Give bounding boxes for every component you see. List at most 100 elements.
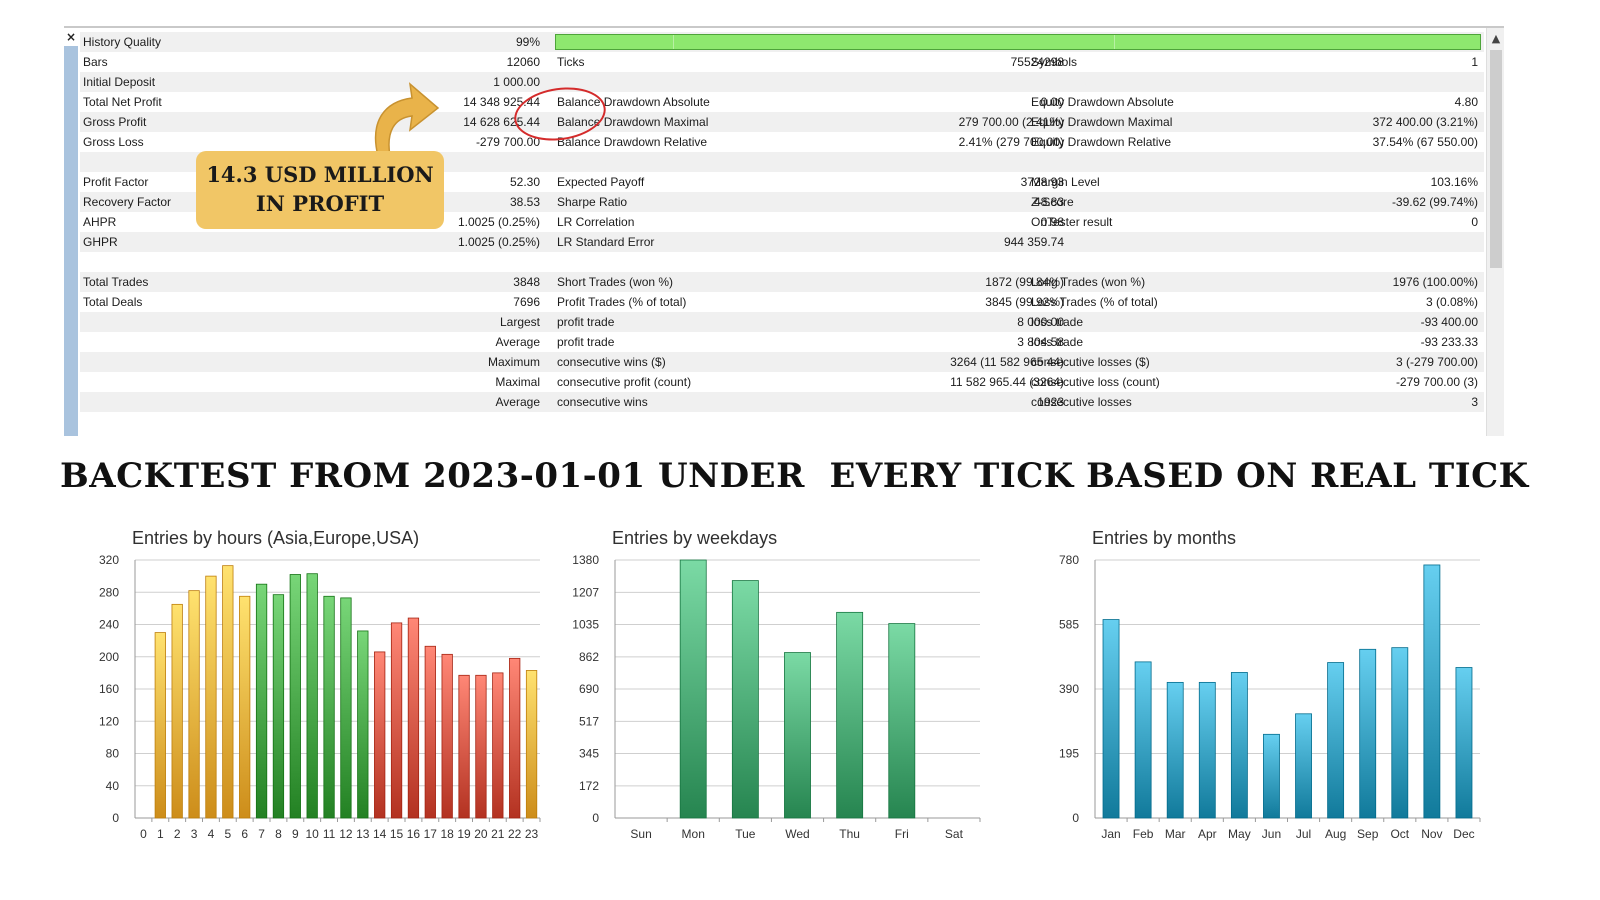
x-tick-label: Aug [1325, 827, 1346, 841]
y-tick-label: 120 [99, 714, 119, 728]
row-sub-label: Maximal [495, 375, 540, 389]
bar [272, 594, 285, 819]
bar [1455, 667, 1473, 819]
bar [255, 583, 268, 819]
bar [306, 573, 318, 819]
x-tick-label: Wed [785, 827, 809, 841]
bar [509, 657, 521, 819]
x-tick-label: 1 [157, 827, 164, 841]
metric-value: 4.80 [1454, 95, 1478, 109]
y-tick-label: 862 [579, 650, 599, 664]
x-tick-label: Jan [1101, 827, 1120, 841]
metric-label: loss trade [1031, 335, 1084, 349]
metric-label: Gross Profit [83, 115, 147, 129]
chart-title: Entries by weekdays [612, 528, 777, 548]
metric-label: GHPR [83, 235, 118, 249]
x-tick-label: Mon [682, 827, 705, 841]
metric-value: 1.0025 (0.25%) [457, 235, 540, 249]
metric-label: profit trade [557, 335, 615, 349]
bar [289, 574, 301, 819]
bar [222, 565, 234, 819]
metric-label: consecutive losses ($) [1031, 355, 1150, 369]
backtest-heading: BACKTEST FROM 2023-01-01 UNDER EVERY TIC… [60, 456, 1529, 496]
metric-value: 372 400.00 (3.21%) [1372, 115, 1478, 129]
metric-label: Loss Trades (% of total) [1031, 295, 1158, 309]
x-tick-label: 22 [508, 827, 522, 841]
bar [340, 597, 352, 819]
metric-label: Z-Score [1031, 195, 1074, 209]
report-row: GHPR 1.0025 (0.25%) LR Standard Error 944 3… [80, 232, 1484, 252]
bar [784, 652, 811, 819]
report-row: Initial Deposit 1 000.00 [80, 72, 1484, 92]
x-tick-label: 3 [191, 827, 198, 841]
report-row: Total Net Profit 14 348 925.44 Balance Dra… [80, 92, 1484, 112]
metric-value: -93 233.33 [1420, 335, 1478, 349]
y-tick-label: 780 [1059, 553, 1079, 567]
metric-value: -93 400.00 [1420, 315, 1478, 329]
x-tick-label: 18 [441, 827, 455, 841]
y-tick-label: 80 [106, 747, 120, 761]
metric-label: Symbols [1031, 55, 1078, 69]
metric-value: 52.30 [509, 175, 540, 189]
metric-label: Equity Drawdown Relative [1031, 135, 1172, 149]
x-tick-label: 10 [306, 827, 320, 841]
vertical-scrollbar[interactable]: ▲ [1486, 28, 1504, 436]
callout-line-2: IN PROFIT [255, 191, 385, 216]
report-row: Average profit trade 3 804.58 loss trade -93… [80, 332, 1484, 352]
metric-label: Equity Drawdown Maximal [1031, 115, 1173, 129]
row-sub-label: Maximum [487, 355, 540, 369]
metric-label: Profit Trades (% of total) [557, 295, 687, 309]
metric-label: Total Net Profit [83, 95, 162, 109]
scroll-up-icon[interactable]: ▲ [1487, 32, 1504, 45]
report-row: Average consecutive wins 1923 consecutive l… [80, 392, 1484, 412]
x-tick-label: Jul [1296, 827, 1311, 841]
metric-label: OnTester result [1031, 215, 1113, 229]
x-tick-label: 17 [424, 827, 438, 841]
row-sub-label: Average [495, 335, 540, 349]
report-row: Largest profit trade 8 000.00 loss trade -93… [80, 312, 1484, 332]
metric-label: Long Trades (won %) [1031, 275, 1146, 289]
x-tick-label: Mar [1165, 827, 1186, 841]
x-tick-label: 4 [208, 827, 215, 841]
y-tick-label: 160 [99, 682, 119, 696]
bar [458, 674, 470, 819]
report-row: Total Deals 7696 Profit Trades (% of total… [80, 292, 1484, 312]
bar [424, 645, 436, 819]
x-tick-label: 5 [224, 827, 231, 841]
x-tick-label: Oct [1390, 827, 1409, 841]
metric-label: Sharpe Ratio [557, 195, 628, 209]
y-tick-label: 200 [99, 650, 119, 664]
close-icon[interactable]: × [64, 30, 78, 44]
y-tick-label: 585 [1059, 618, 1079, 632]
x-tick-label: 8 [275, 827, 282, 841]
x-tick-label: 11 [323, 827, 336, 841]
metric-value: 12060 [506, 55, 540, 69]
bar [492, 672, 504, 819]
x-tick-label: 19 [457, 827, 471, 841]
y-tick-label: 240 [99, 618, 119, 632]
metric-label: consecutive wins ($) [557, 355, 666, 369]
x-tick-label: Thu [839, 827, 860, 841]
metric-value: 103.16% [1430, 175, 1478, 189]
y-tick-label: 1035 [572, 618, 599, 632]
bar [374, 651, 386, 819]
bar [323, 595, 335, 819]
metric-label: Total Deals [83, 295, 143, 309]
report-gutter [64, 46, 78, 436]
report-row: Gross Loss -279 700.00 Balance Drawdown Re… [80, 132, 1484, 152]
bar [731, 580, 759, 819]
bar [357, 630, 369, 819]
bar [1423, 564, 1441, 819]
scrollbar-thumb[interactable] [1490, 50, 1502, 268]
y-tick-label: 345 [579, 747, 599, 761]
metric-label: consecutive wins [557, 395, 648, 409]
bar [154, 632, 166, 819]
metric-label: Expected Payoff [557, 175, 645, 189]
history-quality-label: History Quality [83, 35, 162, 49]
bar [1166, 681, 1184, 819]
metric-value: -279 700.00 (3) [1395, 375, 1478, 389]
y-tick-label: 0 [1072, 811, 1079, 825]
bar [1391, 647, 1409, 819]
metric-value: 3 (-279 700.00) [1395, 355, 1478, 369]
metric-label: Recovery Factor [83, 195, 172, 209]
